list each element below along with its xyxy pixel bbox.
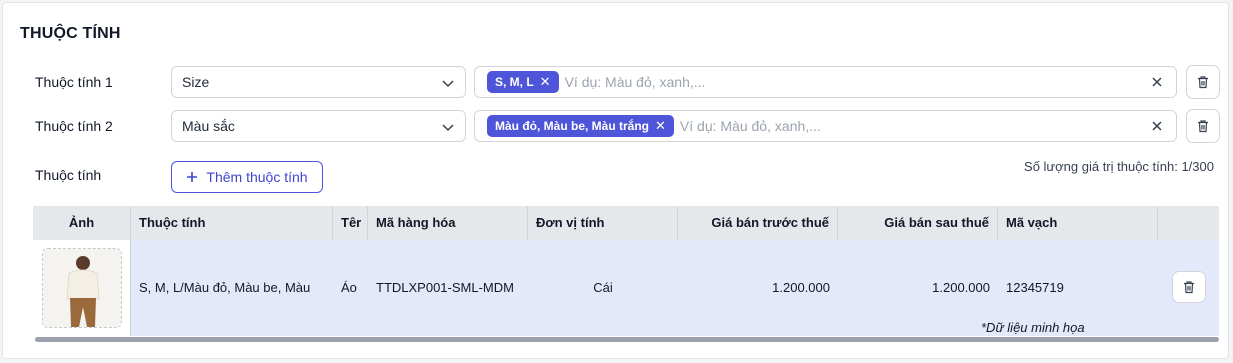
col-header-price-after-tax: Giá bán sau thuế (838, 206, 998, 240)
attr2-select-value: Màu sắc (182, 118, 235, 134)
add-attr-label: Thuộc tính (35, 167, 102, 183)
tag-remove-icon[interactable]: ✕ (655, 118, 666, 134)
horizontal-scrollbar[interactable] (35, 337, 1219, 342)
cell-sku: TTDLXP001-SML-MDM (376, 280, 514, 295)
attr2-label: Thuộc tính 2 (35, 118, 113, 134)
col-header-barcode: Mã vạch (998, 206, 1158, 240)
section-title: THUỘC TÍNH (20, 25, 121, 42)
illustration-note: *Dữ liệu minh họa (981, 320, 1085, 335)
trash-icon (1198, 120, 1208, 133)
col-header-name: Têr (333, 206, 368, 240)
cell-unit: Cái (593, 280, 613, 295)
col-header-unit: Đơn vị tính (528, 206, 678, 240)
clear-icon[interactable] (1150, 75, 1164, 89)
table-header: Ảnh Thuộc tính Têr Mã hàng hóa Đơn vị tí… (33, 206, 1219, 240)
add-attribute-button-label: Thêm thuộc tính (206, 169, 308, 185)
attr1-delete-button[interactable] (1186, 65, 1220, 99)
attr1-values-input[interactable]: S, M, L ✕ Ví dụ: Màu đỏ, xanh,... (474, 66, 1177, 98)
trash-icon (1198, 76, 1208, 89)
tag-label: S, M, L (495, 75, 534, 89)
cell-price-after-tax: 1.200.000 (932, 280, 990, 295)
add-attribute-button[interactable]: Thêm thuộc tính (171, 161, 323, 193)
plus-icon (187, 172, 198, 182)
table-row: S, M, L/Màu đỏ, Màu be, Màu Áo TTDLXP001… (33, 240, 1219, 336)
variants-table: Ảnh Thuộc tính Têr Mã hàng hóa Đơn vị tí… (33, 206, 1219, 336)
col-header-actions (1158, 206, 1219, 240)
tag-remove-icon[interactable]: ✕ (540, 74, 551, 90)
chevron-down-icon (442, 124, 454, 132)
attr2-values-input[interactable]: Màu đỏ, Màu be, Màu trắng ✕ Ví dụ: Màu đ… (474, 110, 1177, 142)
col-header-attribute: Thuộc tính (131, 206, 333, 240)
attribute-count: Số lượng giá trị thuộc tính: 1/300 (1024, 159, 1214, 174)
col-header-image: Ảnh (33, 206, 131, 240)
image-cell (33, 240, 131, 336)
attr1-value-tag[interactable]: S, M, L ✕ (487, 71, 559, 93)
attr2-value-tag[interactable]: Màu đỏ, Màu be, Màu trắng ✕ (487, 115, 674, 137)
cell-attribute: S, M, L/Màu đỏ, Màu be, Màu (139, 280, 311, 295)
attr2-select[interactable]: Màu sắc (171, 110, 466, 142)
cell-name: Áo (341, 280, 357, 295)
row-delete-button[interactable] (1172, 271, 1206, 303)
cell-price-before-tax: 1.200.000 (772, 280, 830, 295)
chevron-down-icon (442, 80, 454, 88)
tag-label: Màu đỏ, Màu be, Màu trắng (495, 119, 650, 133)
attr1-select[interactable]: Size (171, 66, 466, 98)
clear-icon[interactable] (1150, 119, 1164, 133)
product-thumbnail[interactable] (42, 248, 122, 328)
col-header-price-before-tax: Giá bán trước thuế (678, 206, 838, 240)
trash-icon (1184, 281, 1194, 294)
col-header-sku: Mã hàng hóa (368, 206, 528, 240)
attr2-placeholder: Ví dụ: Màu đỏ, xanh,... (679, 118, 821, 134)
product-image (43, 249, 121, 327)
attr1-placeholder: Ví dụ: Màu đỏ, xanh,... (564, 74, 706, 90)
attr2-delete-button[interactable] (1186, 109, 1220, 143)
attr1-select-value: Size (182, 74, 210, 90)
attr1-label: Thuộc tính 1 (35, 74, 113, 90)
